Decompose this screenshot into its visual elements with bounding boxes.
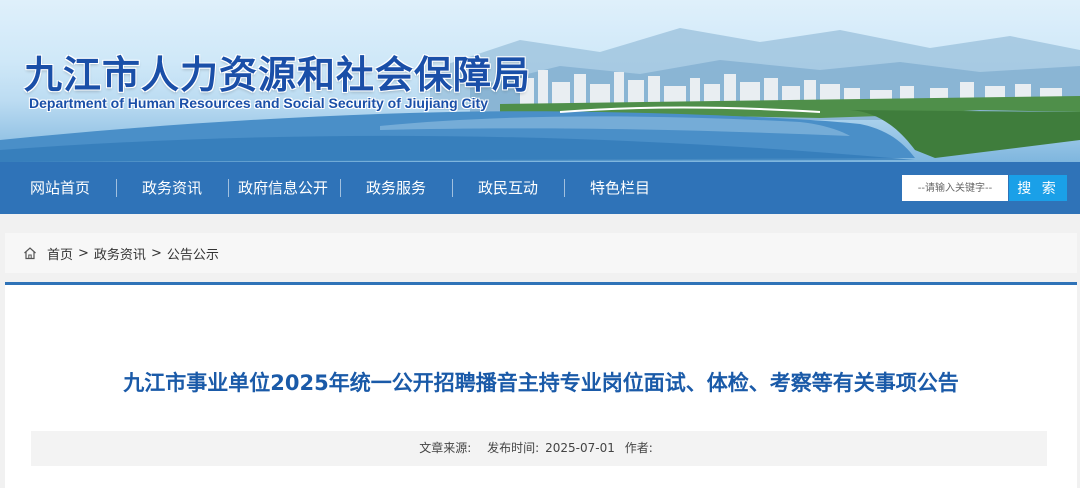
publish-date: 2025-07-01 [545, 441, 615, 455]
nav-divider [228, 179, 229, 197]
breadcrumb-separator: > [78, 245, 89, 261]
site-banner: 九江市人力资源和社会保障局 Department of Human Resour… [0, 0, 1080, 162]
nav-item-public-interaction[interactable]: 政民互动 [476, 162, 540, 214]
home-icon [24, 247, 36, 260]
publish-date-label: 发布时间: [487, 441, 540, 455]
article-container: 九江市事业单位2025年统一公开招聘播音主持专业岗位面试、体检、考察等有关事项公… [5, 282, 1077, 488]
site-title: 九江市人力资源和社会保障局 [24, 53, 532, 97]
nav-divider [116, 179, 117, 197]
nav-item-featured-columns[interactable]: 特色栏目 [588, 162, 652, 214]
nav-item-government-services[interactable]: 政务服务 [364, 162, 428, 214]
search-input[interactable] [902, 175, 1008, 201]
nav-divider [452, 179, 453, 197]
article-meta: 文章来源: 发布时间: 2025-07-01 作者: [31, 431, 1047, 466]
article-title: 九江市事业单位2025年统一公开招聘播音主持专业岗位面试、体检、考察等有关事项公… [123, 371, 959, 395]
breadcrumb-announcements[interactable]: 公告公示 [167, 244, 219, 263]
breadcrumb-separator: > [150, 245, 162, 261]
breadcrumb: 首页 > 政务资讯 > 公告公示 [5, 233, 1077, 273]
breadcrumb-home[interactable]: 首页 [47, 244, 73, 263]
site-subtitle: Department of Human Resources and Social… [29, 95, 488, 111]
breadcrumb-government-news[interactable]: 政务资讯 [94, 244, 146, 263]
author-label: 作者: [624, 441, 653, 455]
nav-item-home[interactable]: 网站首页 [28, 162, 92, 214]
search-button[interactable]: 搜 索 [1009, 175, 1067, 201]
nav-divider [340, 179, 341, 197]
source-label: 文章来源: [419, 441, 472, 455]
nav-item-government-news[interactable]: 政务资讯 [140, 162, 204, 214]
nav-item-info-disclosure[interactable]: 政府信息公开 [236, 162, 330, 214]
nav-divider [564, 179, 565, 197]
